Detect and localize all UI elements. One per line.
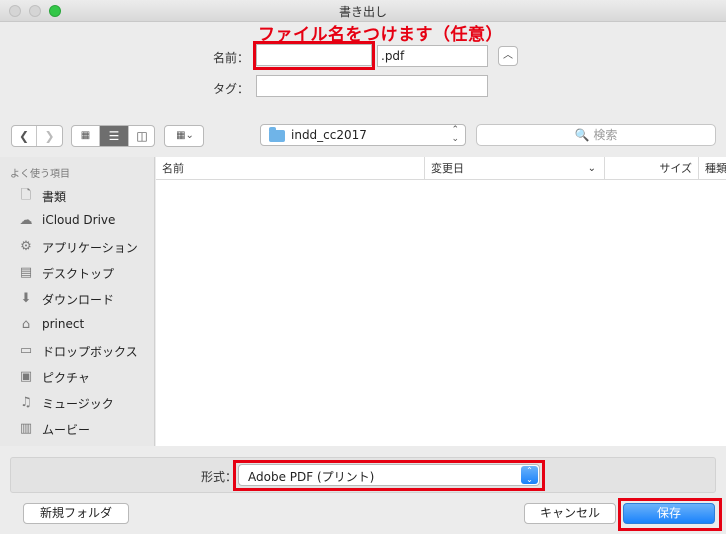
column-view-button[interactable]: ◫ bbox=[128, 126, 155, 146]
sidebar-item-label: prinect bbox=[42, 317, 85, 331]
expand-dialog-button[interactable]: ︿ bbox=[498, 46, 518, 66]
forward-button[interactable]: ❯ bbox=[37, 126, 62, 146]
list-view-button[interactable]: ☰ bbox=[100, 126, 128, 146]
view-mode-control: ▦ ☰ ◫ bbox=[71, 125, 155, 147]
sidebar: よく使う項目 🗋 書類 ☁ iCloud Drive ⚙ アプリケーション ▤ … bbox=[0, 157, 155, 446]
column-size[interactable]: サイズ bbox=[605, 157, 699, 180]
film-icon: ▥ bbox=[19, 421, 33, 436]
updown-chevron-icon: ⌃ ⌄ bbox=[451, 125, 459, 144]
sidebar-item-label: 書類 bbox=[42, 190, 67, 204]
location-name: indd_cc2017 bbox=[291, 128, 367, 142]
sidebar-item-label: ピクチャ bbox=[42, 371, 90, 385]
location-popup[interactable]: indd_cc2017 ⌃ ⌄ bbox=[260, 124, 466, 146]
sidebar-item-label: アプリケーション bbox=[42, 241, 138, 255]
column-size-label: サイズ bbox=[659, 162, 692, 175]
filename-input[interactable] bbox=[256, 44, 372, 66]
chevron-up-icon: ︿ bbox=[503, 50, 513, 61]
sidebar-item-label: ドロップボックス bbox=[42, 345, 138, 359]
sidebar-item-applications[interactable]: ⚙ アプリケーション bbox=[0, 235, 155, 259]
document-icon: 🗋 bbox=[20, 188, 32, 203]
sidebar-item-music[interactable]: ♫ ミュージック bbox=[0, 391, 155, 415]
cancel-button[interactable]: キャンセル bbox=[524, 503, 616, 524]
file-extension: .pdf bbox=[377, 45, 488, 67]
sidebar-section-favorites: よく使う項目 bbox=[10, 169, 70, 180]
sort-chevron-icon: ⌄ bbox=[587, 163, 596, 174]
tags-input[interactable] bbox=[256, 75, 488, 97]
columns-icon: ◫ bbox=[136, 129, 148, 143]
column-modified-label: 変更日 bbox=[431, 162, 464, 175]
sidebar-item-label: ダウンロード bbox=[42, 293, 115, 307]
sidebar-item-documents[interactable]: 🗋 書類 bbox=[0, 184, 155, 208]
home-icon: ⌂ bbox=[21, 317, 31, 332]
sidebar-item-desktop[interactable]: ▤ デスクトップ bbox=[0, 261, 155, 285]
sidebar-item-pictures[interactable]: ▣ ピクチャ bbox=[0, 365, 155, 389]
sidebar-item-prinect[interactable]: ⌂ prinect bbox=[0, 313, 155, 337]
folder-icon bbox=[269, 127, 285, 142]
name-label: 名前： bbox=[213, 51, 250, 65]
icon-view-button[interactable]: ▦ bbox=[72, 126, 100, 146]
chevron-right-icon: ❯ bbox=[44, 129, 55, 143]
grid-icon: ▦ bbox=[80, 130, 91, 141]
download-icon: ⬇ bbox=[20, 291, 32, 306]
column-name[interactable]: 名前 bbox=[156, 157, 425, 180]
group-by-button[interactable]: ▦⌄ bbox=[164, 125, 204, 147]
annotation-box-save bbox=[618, 498, 722, 531]
cloud-icon: ☁ bbox=[19, 213, 33, 228]
title-bar: 書き出し bbox=[0, 0, 726, 22]
sidebar-item-label: デスクトップ bbox=[42, 267, 115, 281]
desktop-icon: ▤ bbox=[19, 265, 33, 280]
column-kind-label: 種類 bbox=[705, 162, 726, 175]
annotation-box-format bbox=[233, 460, 545, 491]
sidebar-item-movies[interactable]: ▥ ムービー bbox=[0, 417, 155, 441]
music-icon: ♫ bbox=[20, 395, 32, 410]
format-label: 形式： bbox=[201, 470, 238, 484]
applications-icon: ⚙ bbox=[20, 239, 32, 254]
new-folder-button[interactable]: 新規フォルダ bbox=[23, 503, 129, 524]
column-header: 名前 変更日 ⌄ サイズ 種類 bbox=[156, 157, 726, 180]
search-field[interactable]: 🔍 検索 bbox=[476, 124, 716, 146]
list-icon: ☰ bbox=[108, 129, 120, 143]
window-title: 書き出し bbox=[338, 5, 387, 19]
column-modified[interactable]: 変更日 ⌄ bbox=[425, 157, 605, 180]
sidebar-item-label: iCloud Drive bbox=[42, 213, 116, 227]
sidebar-item-downloads[interactable]: ⬇ ダウンロード bbox=[0, 287, 155, 311]
nav-buttons: ❮ ❯ bbox=[11, 125, 63, 147]
sidebar-item-label: ムービー bbox=[42, 423, 91, 437]
tags-label: タグ： bbox=[213, 82, 250, 96]
chevron-left-icon: ❮ bbox=[18, 129, 30, 143]
file-list[interactable]: 名前 変更日 ⌄ サイズ 種類 bbox=[156, 157, 726, 446]
sidebar-item-dropbox[interactable]: ▭ ドロップボックス bbox=[0, 339, 155, 363]
back-button[interactable]: ❮ bbox=[12, 126, 37, 146]
camera-icon: ▣ bbox=[19, 369, 33, 384]
sidebar-item-label: ミュージック bbox=[42, 397, 114, 411]
arrange-icon: ▦⌄ bbox=[176, 130, 194, 141]
column-name-label: 名前 bbox=[162, 162, 184, 175]
folder-icon: ▭ bbox=[19, 343, 33, 358]
sidebar-item-icloud-drive[interactable]: ☁ iCloud Drive bbox=[0, 209, 155, 233]
column-kind[interactable]: 種類 bbox=[699, 157, 726, 180]
